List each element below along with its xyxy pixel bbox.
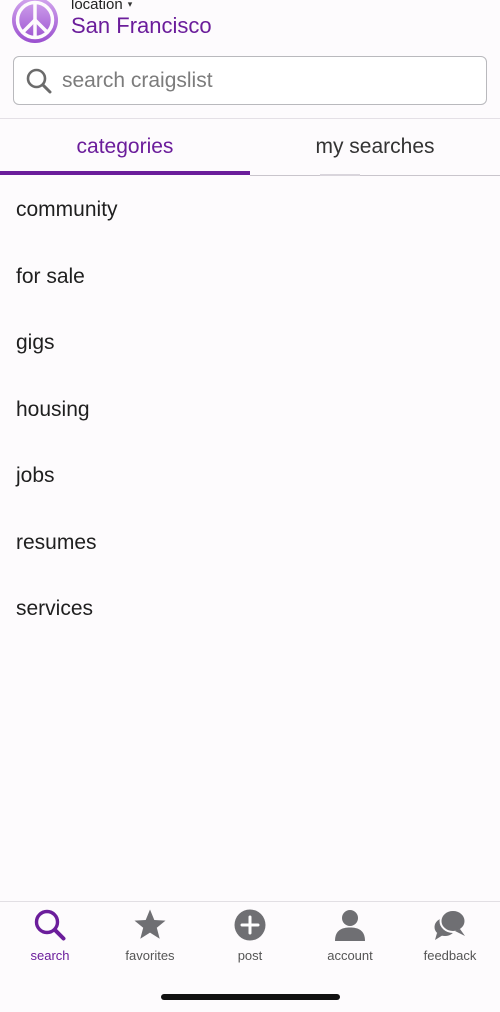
category-item-for-sale[interactable]: for sale: [0, 244, 500, 311]
search-icon: [26, 68, 52, 94]
search-icon: [34, 909, 66, 941]
category-item-services[interactable]: services: [0, 576, 500, 643]
caret-down-icon: ▾: [127, 0, 133, 9]
person-icon: [335, 910, 365, 941]
tabbar-favorites[interactable]: favorites: [100, 908, 200, 970]
category-item-jobs[interactable]: jobs: [0, 443, 500, 510]
tabbar-label-feedback: feedback: [423, 948, 477, 963]
tab-bottom-line: [250, 175, 500, 176]
tabbar-feedback[interactable]: feedback: [400, 908, 500, 970]
home-indicator[interactable]: [161, 994, 340, 1000]
tab-categories[interactable]: categories: [0, 119, 250, 174]
category-list: community for sale gigs housing jobs res…: [0, 177, 500, 643]
category-item-gigs[interactable]: gigs: [0, 310, 500, 377]
star-icon: [134, 909, 166, 939]
tabbar-account[interactable]: account: [300, 908, 400, 970]
tabbar-post[interactable]: post: [200, 908, 300, 970]
header: location ▾ San Francisco: [0, 0, 500, 50]
tabbar-label-post: post: [237, 948, 263, 963]
search-box[interactable]: [13, 56, 487, 105]
chat-bubbles-icon: [434, 909, 467, 940]
craigslist-app: location ▾ San Francisco categories my se…: [0, 0, 500, 1012]
tabbar-label-account: account: [327, 948, 373, 963]
tabbar-label-search: search: [30, 948, 70, 963]
tab-bottom-line-accent: [320, 174, 360, 176]
category-item-housing[interactable]: housing: [0, 377, 500, 444]
search-input[interactable]: [62, 67, 472, 95]
location-selector[interactable]: location ▾: [71, 0, 132, 13]
category-item-resumes[interactable]: resumes: [0, 510, 500, 577]
plus-circle-icon: [234, 909, 266, 941]
location-city[interactable]: San Francisco: [71, 13, 212, 39]
tabbar-search[interactable]: search: [0, 908, 100, 970]
peace-logo-icon[interactable]: [10, 0, 60, 45]
category-item-community[interactable]: community: [0, 177, 500, 244]
tabbar-label-favorites: favorites: [125, 948, 175, 963]
location-label: location: [71, 0, 123, 13]
active-tab-indicator: [0, 171, 250, 175]
tab-my-searches[interactable]: my searches: [250, 119, 500, 174]
